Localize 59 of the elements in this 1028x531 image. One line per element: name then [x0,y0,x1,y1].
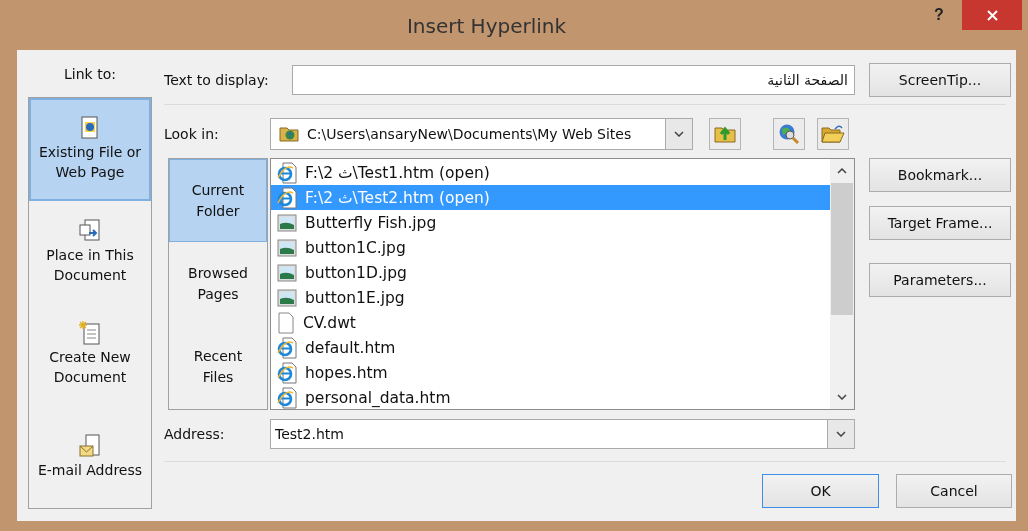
up-folder-button[interactable] [709,118,741,150]
file-item[interactable]: button1E.jpg [271,285,830,310]
close-button[interactable] [962,0,1022,30]
chevron-down-icon [674,131,684,137]
look-in-dropdown[interactable]: C:\Users\ansaryNew\Documents\My Web Sites [270,118,693,150]
file-item[interactable]: F:\2 ث\Test1.htm (open) [271,160,830,185]
web-page-icon [277,186,297,209]
browse-file-button[interactable] [817,118,849,150]
text-to-display-field[interactable]: الصفحة الثانية [292,65,855,95]
address-label: Address: [164,426,226,442]
web-page-icon [277,361,297,384]
file-item[interactable]: personal_data.htm [271,385,830,409]
web-page-icon [277,161,297,184]
scrollbar[interactable] [830,159,854,409]
side-button[interactable]: Target Frame... [869,206,1011,240]
chevron-up-icon [837,168,847,174]
image-icon [277,262,297,283]
view-tab[interactable]: Browsed Pages [169,242,267,326]
link-type-item[interactable]: Existing File or Web Page [29,98,151,201]
scrollbar-thumb[interactable] [831,183,853,315]
link-type-item[interactable]: E-mail Address [29,405,151,508]
open-folder-icon [821,124,845,144]
address-dropdown[interactable]: Test2.htm [270,419,855,449]
file-item[interactable]: default.htm [271,335,830,360]
file-item[interactable]: Butterfly Fish.jpg [271,210,830,235]
text-to-display-label: Text to display: [164,72,270,88]
file-item[interactable]: button1C.jpg [271,235,830,260]
ok-button[interactable]: OK [762,474,879,508]
window-title: Insert Hyperlink [405,13,568,38]
globe-magnifier-icon [778,123,800,145]
browse-web-button[interactable] [773,118,805,150]
document-icon [277,311,295,334]
link-to-label: Link to: [63,66,117,84]
chevron-down-icon [836,431,846,437]
file-item[interactable]: CV.dwt [271,310,830,335]
close-icon [986,9,998,21]
folder-up-arrow-icon [714,125,736,143]
link-type-item[interactable]: Place in This Document [29,200,151,303]
image-icon [277,287,297,308]
link-type-item[interactable]: Create New Document [29,303,151,406]
side-button[interactable]: Parameters... [869,263,1011,297]
file-item[interactable]: hopes.htm [271,360,830,385]
new-document-icon [79,321,101,346]
side-button[interactable]: Bookmark... [869,158,1011,192]
help-button[interactable]: ? [916,0,962,25]
look-in-label: Look in: [164,126,220,142]
web-page-icon [277,336,297,359]
document-arrow-icon [79,218,101,243]
image-icon [277,237,297,258]
view-tab[interactable]: Current Folder [169,159,267,243]
view-tab[interactable]: Recent Files [169,325,267,409]
document-globe-icon [80,116,100,141]
folder-globe-icon [279,126,299,142]
image-icon [277,212,297,233]
screentip-button[interactable]: ScreenTip... [869,63,1011,97]
file-item[interactable]: button1D.jpg [271,260,830,285]
chevron-down-icon [837,394,847,400]
envelope-document-icon [79,433,101,458]
cancel-button[interactable]: Cancel [896,474,1012,508]
